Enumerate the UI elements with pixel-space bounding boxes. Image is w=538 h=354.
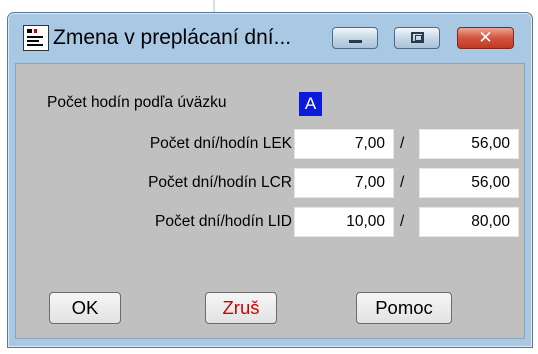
row-label-lcr: Počet dní/hodín LCR [148, 174, 292, 191]
hours-field-lek[interactable]: 56,00 [419, 129, 519, 159]
cancel-button[interactable]: Zruš [205, 292, 277, 324]
close-button[interactable]: ✕ [457, 27, 514, 49]
row-label-lek: Počet dní/hodín LEK [149, 135, 292, 152]
hours-field-lcr[interactable]: 56,00 [419, 168, 519, 198]
uvazok-value-box[interactable]: A [299, 92, 322, 116]
separator-lek: / [400, 135, 405, 152]
days-field-lek[interactable]: 7,00 [294, 129, 394, 159]
row-label-lid: Počet dní/hodín LID [154, 213, 292, 230]
minimize-icon [349, 40, 362, 43]
title-bar[interactable]: Zmena v preplácaní dní... ✕ [8, 13, 532, 61]
help-button[interactable]: Pomoc [356, 292, 452, 324]
dialog-client-area: Počet hodín podľa úväzku A Počet dní/hod… [15, 63, 525, 339]
separator-lcr: / [400, 174, 405, 191]
app-icon [23, 25, 49, 51]
days-field-lid[interactable]: 10,00 [294, 207, 394, 237]
dialog-window: Zmena v preplácaní dní... ✕ Počet hodín … [7, 12, 533, 348]
minimize-button[interactable] [332, 27, 378, 49]
background-divider [213, 0, 215, 12]
window-title: Zmena v preplácaní dní... [53, 26, 292, 49]
close-icon: ✕ [478, 28, 493, 48]
days-field-lcr[interactable]: 7,00 [294, 168, 394, 198]
ok-button[interactable]: OK [49, 292, 121, 324]
maximize-button[interactable] [394, 27, 440, 49]
maximize-icon [411, 32, 424, 43]
uvazok-label: Počet hodín podľa úväzku [47, 94, 227, 111]
separator-lid: / [400, 213, 405, 230]
hours-field-lid[interactable]: 80,00 [419, 207, 519, 237]
